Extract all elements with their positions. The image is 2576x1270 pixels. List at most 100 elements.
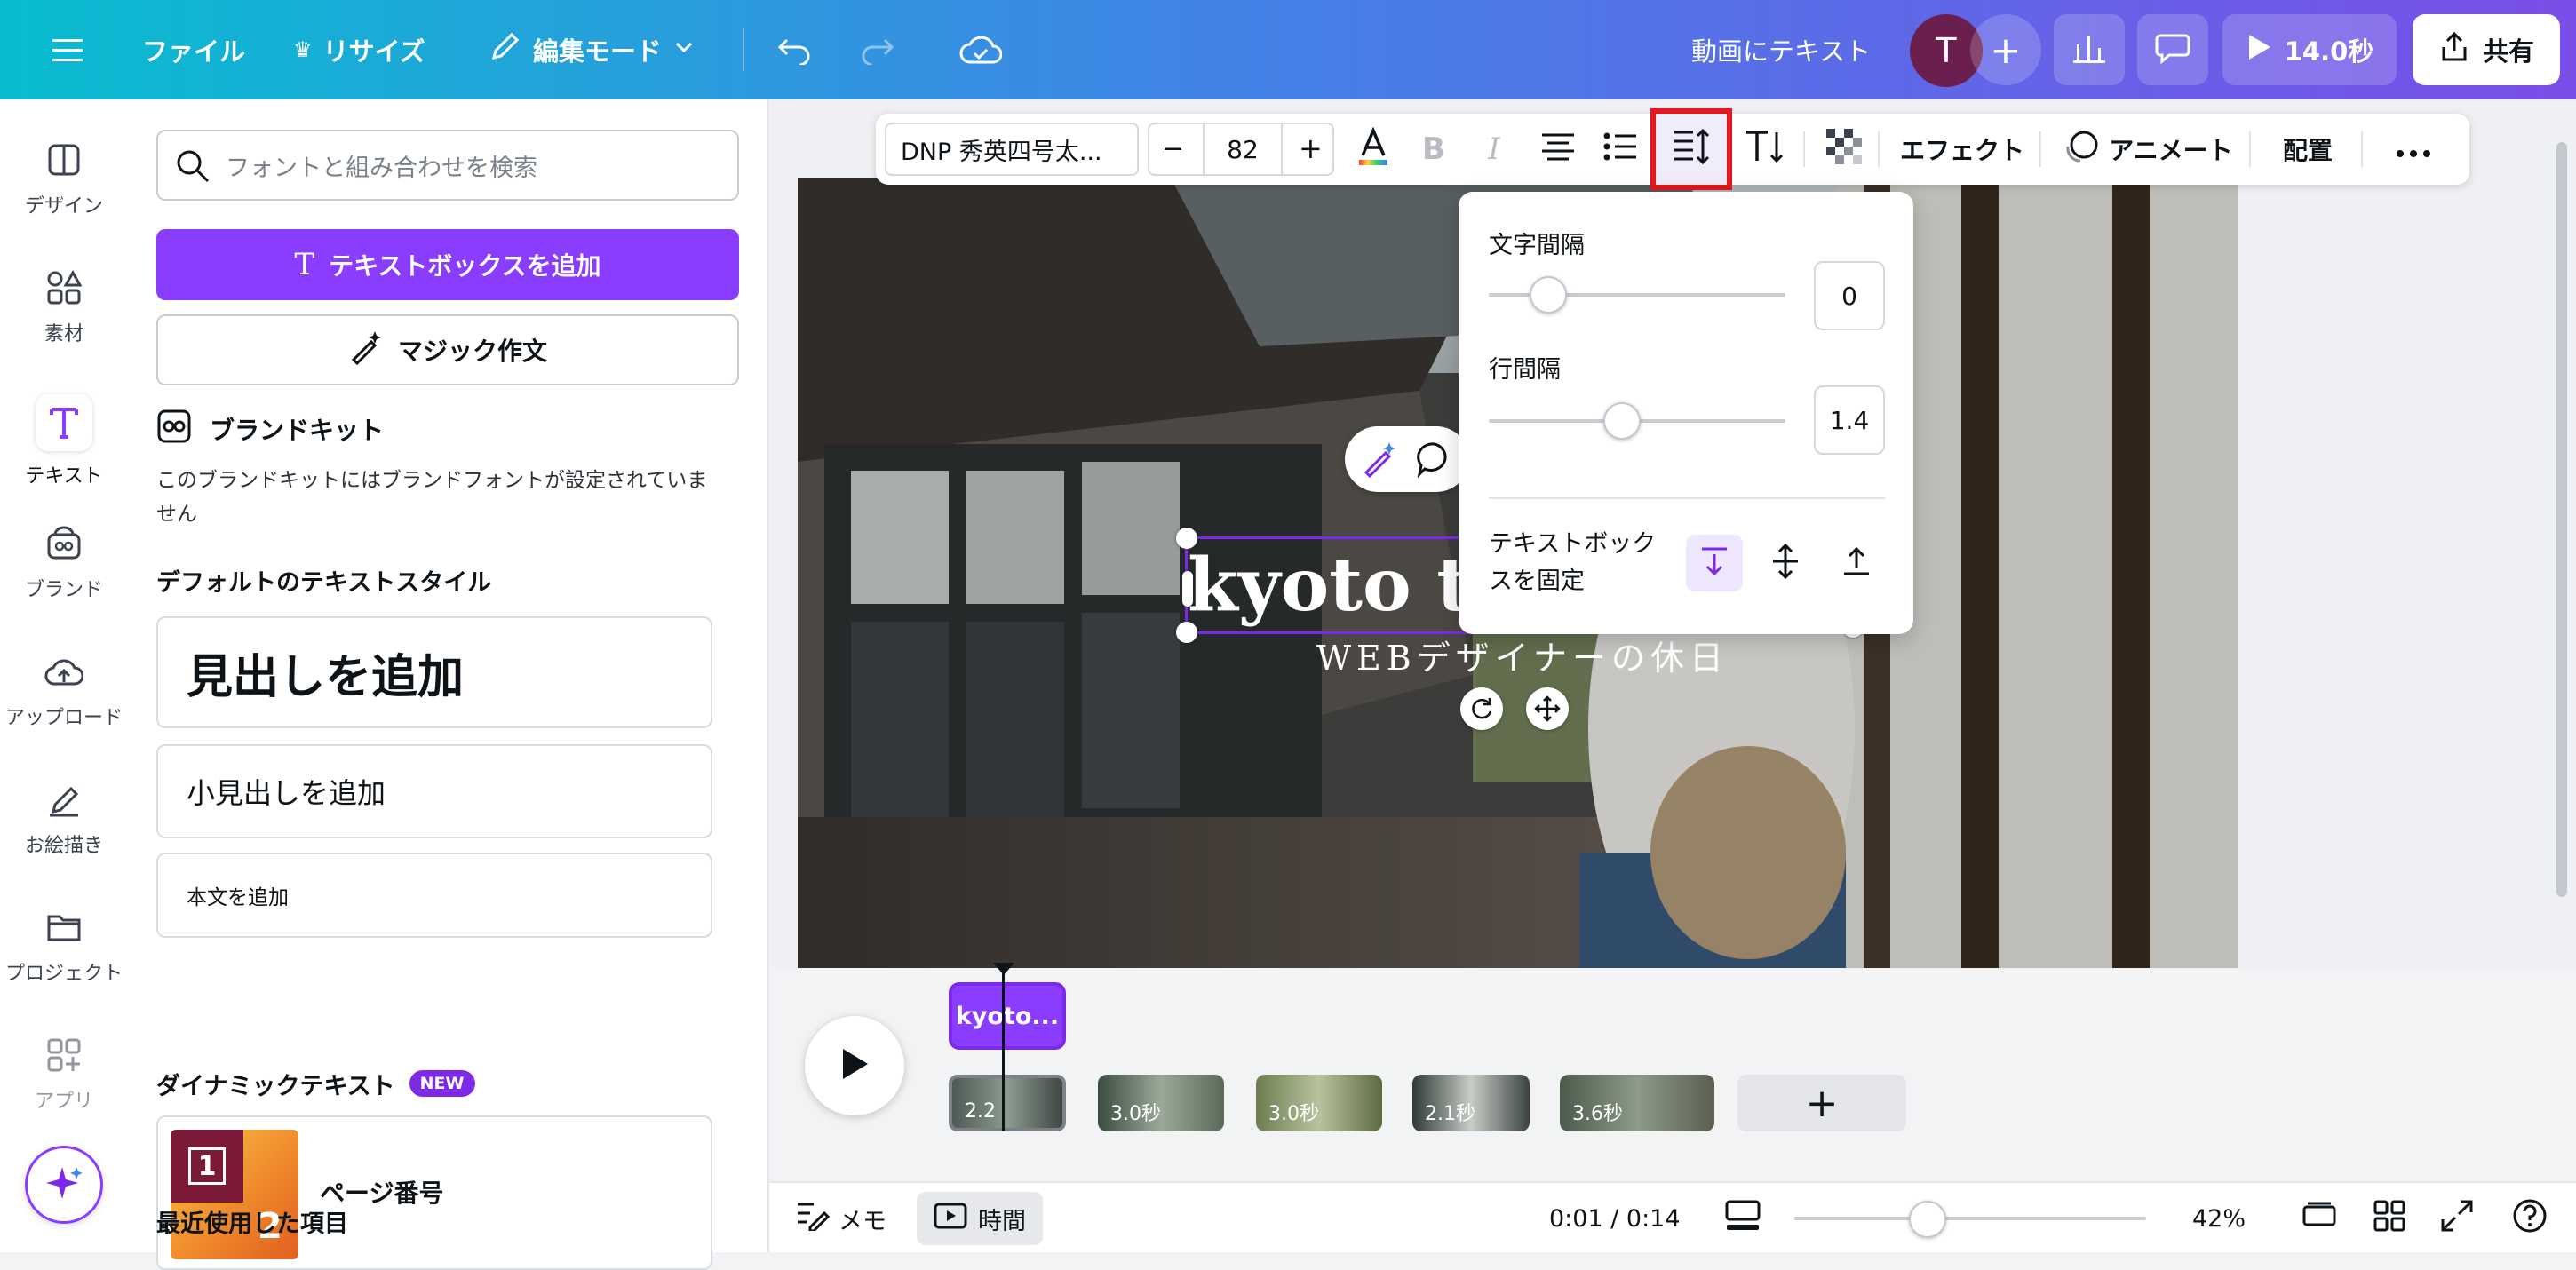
- letter-spacing-slider-thumb[interactable]: [1529, 276, 1567, 314]
- rail-item-draw[interactable]: お絵描き: [0, 778, 128, 858]
- brand-kit-header[interactable]: ブランドキット: [156, 409, 384, 449]
- page-number-card[interactable]: 1 2 ページ番号: [156, 1115, 712, 1270]
- edit-mode-label: 編集モード: [533, 36, 663, 67]
- magic-assistant-button[interactable]: [25, 1146, 103, 1224]
- font-size-input[interactable]: 82: [1203, 124, 1283, 174]
- rail-item-design[interactable]: デザイン: [0, 139, 128, 218]
- page-layout-button[interactable]: [1725, 1183, 1761, 1254]
- side-handle[interactable]: [1182, 571, 1193, 607]
- align-button[interactable]: [1531, 114, 1585, 185]
- rail-label-text: テキスト: [25, 465, 103, 488]
- add-collaborator-button[interactable]: +: [1970, 14, 2041, 85]
- project-title[interactable]: 動画にテキスト: [1691, 30, 1871, 69]
- file-menu[interactable]: ファイル: [142, 30, 245, 69]
- anchor-top-button[interactable]: [1686, 535, 1743, 591]
- rail-item-brand[interactable]: ブランド: [0, 522, 128, 602]
- comments-button[interactable]: [2137, 14, 2208, 85]
- body-label: 本文を追加: [187, 886, 289, 909]
- list-icon: [1602, 131, 1638, 168]
- line-spacing-slider-thumb[interactable]: [1603, 402, 1642, 440]
- font-family-dropdown[interactable]: DNP 秀英四号太...: [885, 123, 1139, 176]
- rail-item-text[interactable]: テキスト: [0, 394, 128, 488]
- rotate-icon[interactable]: [1460, 687, 1503, 730]
- decrease-font-button[interactable]: −: [1162, 133, 1184, 164]
- page-number-tile: 1: [171, 1130, 243, 1203]
- magic-pen-icon: [348, 329, 384, 371]
- font-search-input[interactable]: フォントと組み合わせを検索: [156, 130, 739, 201]
- text-size-toggle-button[interactable]: [1737, 114, 1791, 185]
- add-clip-button[interactable]: +: [1737, 1075, 1906, 1131]
- share-label: 共有: [2482, 36, 2534, 67]
- add-comment-icon[interactable]: [1416, 441, 1453, 481]
- brand-kit-note: このブランドキットにはブランドフォントが設定されていません: [156, 469, 708, 526]
- resize-handle[interactable]: [1176, 622, 1197, 643]
- timeline-play-button[interactable]: [805, 1016, 904, 1115]
- magic-edit-icon[interactable]: [1361, 441, 1398, 481]
- line-spacing-label: 行間隔: [1489, 356, 1561, 384]
- menu-icon[interactable]: [44, 27, 91, 73]
- bold-button[interactable]: B: [1407, 114, 1460, 185]
- workspace-scrollbar[interactable]: [2556, 142, 2567, 897]
- video-clip[interactable]: 3.6秒: [1560, 1075, 1714, 1131]
- anchor-bottom-button[interactable]: [1828, 535, 1885, 591]
- animate-button[interactable]: アニメート: [2054, 114, 2240, 185]
- resize-menu[interactable]: ♛ リサイズ: [293, 30, 425, 69]
- move-icon[interactable]: [1526, 687, 1569, 730]
- more-options-button[interactable]: [2382, 114, 2445, 185]
- clip-duration: 3.0秒: [1268, 1103, 1319, 1125]
- grid-view-button[interactable]: [2373, 1183, 2405, 1254]
- add-body-card[interactable]: 本文を追加: [156, 853, 712, 938]
- add-heading-card[interactable]: 見出しを追加: [156, 616, 712, 728]
- notes-button[interactable]: メモ: [796, 1183, 886, 1254]
- anchor-middle-button[interactable]: [1757, 535, 1814, 591]
- spacing-button[interactable]: [1650, 108, 1732, 190]
- avatar-initial: T: [1936, 31, 1957, 70]
- help-button[interactable]: [2512, 1183, 2548, 1254]
- text-t-icon: T: [294, 247, 315, 282]
- italic-button[interactable]: I: [1467, 114, 1521, 185]
- transparency-button[interactable]: [1817, 114, 1871, 185]
- fullscreen-button[interactable]: [2441, 1183, 2473, 1254]
- letter-spacing-input[interactable]: 0: [1814, 261, 1885, 330]
- line-spacing-input[interactable]: 1.4: [1814, 385, 1885, 455]
- rail-item-elements[interactable]: 素材: [0, 266, 128, 346]
- rail-item-uploads[interactable]: アップロード: [0, 650, 128, 730]
- position-button[interactable]: 配置: [2263, 114, 2352, 185]
- rail-item-apps[interactable]: アプリ: [0, 1034, 128, 1114]
- redo-icon[interactable]: [855, 27, 901, 73]
- playhead-marker-icon[interactable]: [993, 963, 1014, 975]
- video-clip[interactable]: 3.0秒: [1098, 1075, 1224, 1131]
- zoom-slider-track[interactable]: [1794, 1217, 2146, 1220]
- resize-handle[interactable]: [1176, 528, 1197, 549]
- edit-mode-dropdown[interactable]: 編集モード: [487, 30, 696, 69]
- play-button[interactable]: 14.0秒: [2222, 14, 2397, 85]
- search-icon: [174, 147, 211, 191]
- undo-icon[interactable]: [771, 27, 817, 73]
- increase-font-button[interactable]: +: [1299, 131, 1323, 165]
- text-color-button[interactable]: [1347, 114, 1400, 185]
- plus-icon: +: [1805, 1080, 1839, 1126]
- zoom-slider-thumb[interactable]: [1909, 1201, 1947, 1238]
- list-button[interactable]: [1594, 114, 1647, 185]
- cloud-saved-icon[interactable]: [956, 27, 1006, 73]
- rail-item-projects[interactable]: プロジェクト: [0, 906, 128, 986]
- font-name: DNP 秀英四号太...: [901, 138, 1102, 166]
- upload-cloud-icon: [43, 650, 85, 693]
- pages-view-button[interactable]: [2302, 1183, 2336, 1254]
- magic-write-label: マジック作文: [397, 337, 547, 366]
- add-textbox-button[interactable]: T テキストボックスを追加: [156, 229, 739, 300]
- crown-icon: ♛: [293, 37, 313, 62]
- playhead[interactable]: [1002, 968, 1005, 1131]
- line-spacing-icon: [1672, 128, 1711, 171]
- magic-write-button[interactable]: マジック作文: [156, 314, 739, 385]
- insights-button[interactable]: [2054, 14, 2125, 85]
- video-clip[interactable]: 3.0秒: [1256, 1075, 1382, 1131]
- video-clip[interactable]: 2.2: [949, 1075, 1066, 1131]
- effects-button[interactable]: エフェクト: [1894, 114, 2031, 185]
- zoom-percentage[interactable]: 42%: [2192, 1183, 2246, 1254]
- text-track-clip[interactable]: kyoto...: [949, 982, 1066, 1050]
- share-button[interactable]: 共有: [2413, 14, 2560, 85]
- add-subheading-card[interactable]: 小見出しを追加: [156, 744, 712, 838]
- video-clip[interactable]: 2.1秒: [1412, 1075, 1530, 1131]
- timeline-toggle-button[interactable]: 時間: [917, 1192, 1043, 1245]
